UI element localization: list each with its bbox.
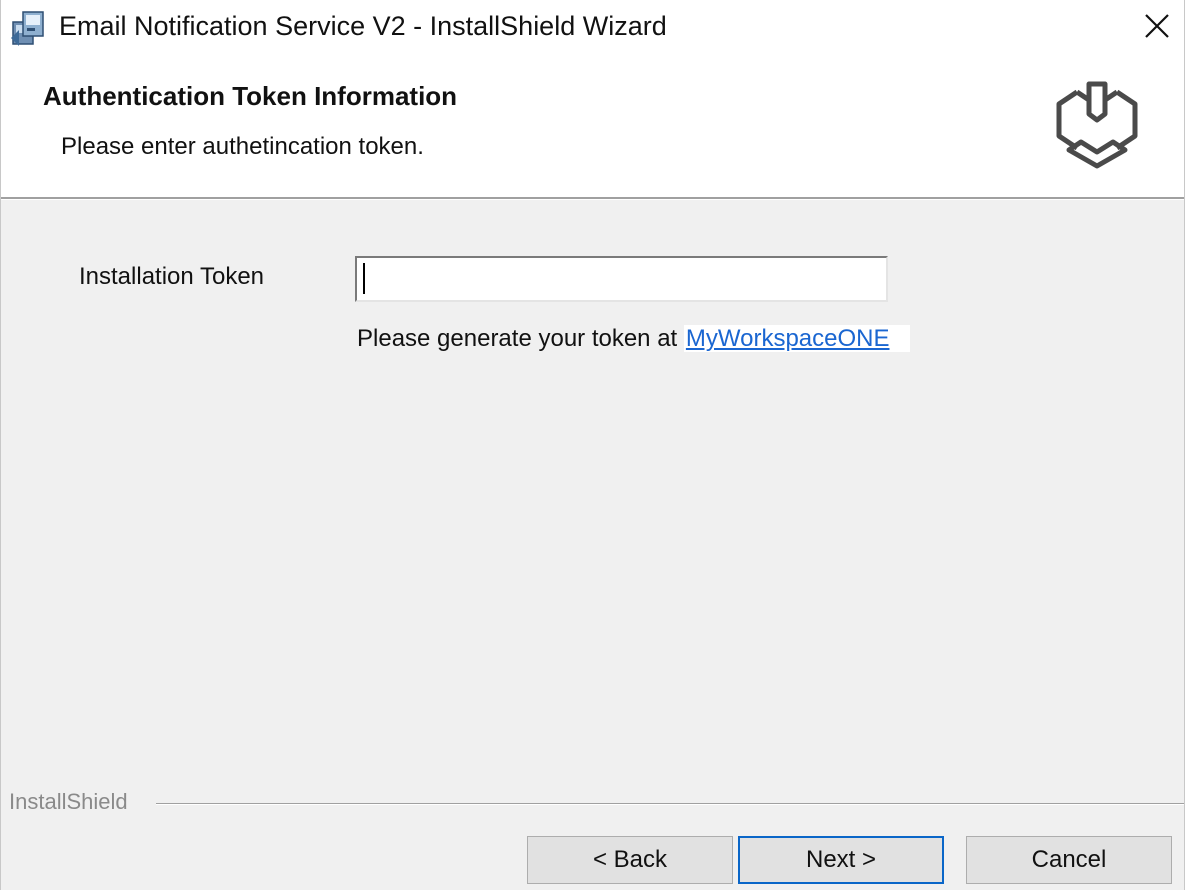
header-banner: Authentication Token Information Please … (1, 52, 1184, 197)
close-button[interactable] (1129, 4, 1185, 48)
footer-divider (156, 803, 1184, 805)
window-title: Email Notification Service V2 - InstallS… (59, 11, 667, 41)
back-button[interactable]: < Back (527, 836, 733, 884)
installation-token-label: Installation Token (79, 263, 265, 290)
title-bar: Email Notification Service V2 - InstallS… (1, 0, 1184, 52)
installer-icon (9, 8, 49, 48)
page-subtitle: Please enter authetincation token. (61, 133, 424, 160)
token-hint-text: Please generate your token at (357, 325, 684, 352)
installer-window: Email Notification Service V2 - InstallS… (0, 0, 1185, 890)
text-caret (363, 263, 365, 294)
cancel-button[interactable]: Cancel (966, 836, 1172, 884)
workspace-one-logo-icon (1047, 74, 1147, 174)
installation-token-input[interactable] (355, 256, 888, 302)
installshield-brand-label: InstallShield (9, 789, 128, 814)
next-button[interactable]: Next > (738, 836, 944, 884)
page-title: Authentication Token Information (43, 81, 458, 111)
banner-divider (1, 197, 1184, 200)
close-icon (1145, 14, 1169, 38)
token-hint: Please generate your token at MyWorkspac… (357, 322, 910, 356)
myworkspaceone-link[interactable]: MyWorkspaceONE (683, 325, 910, 352)
